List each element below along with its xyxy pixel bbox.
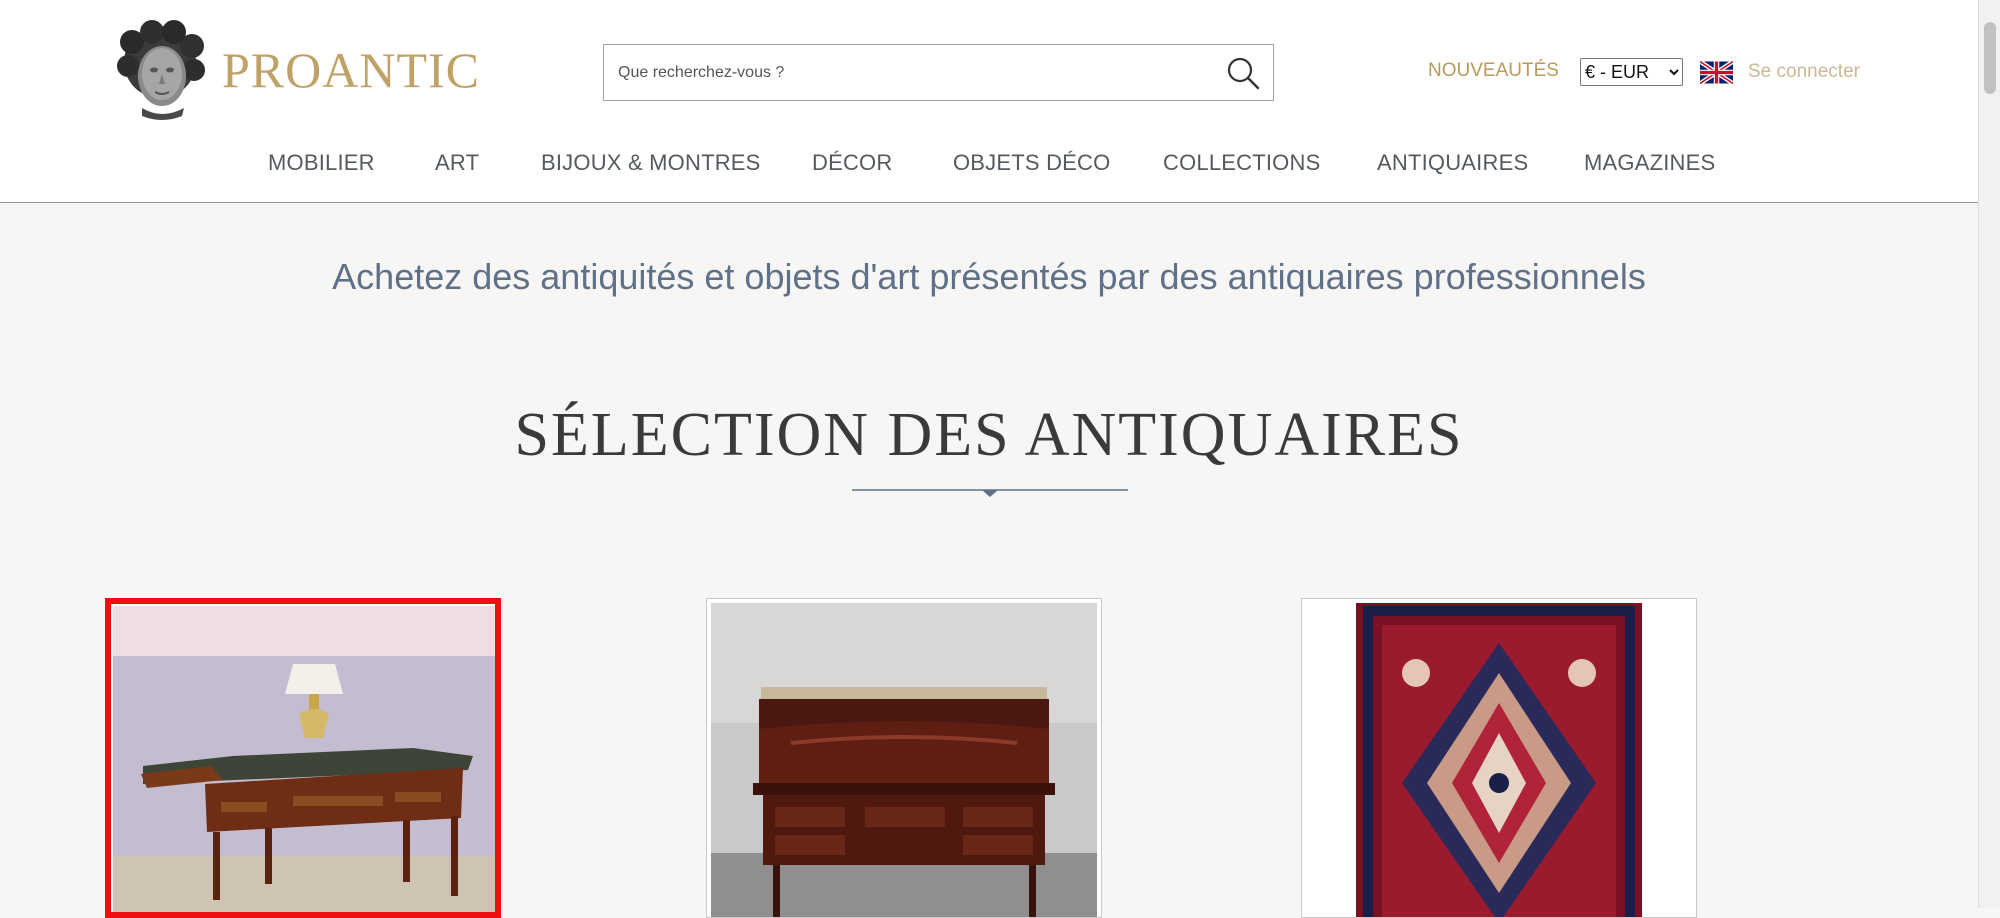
product-card-roll-top-desk[interactable] xyxy=(706,598,1102,918)
login-link[interactable]: Se connecter xyxy=(1748,61,1860,83)
nav-item-art[interactable]: ART xyxy=(435,150,479,176)
product-card-rug[interactable] xyxy=(1301,598,1697,918)
search-icon[interactable] xyxy=(1225,55,1261,91)
new-arrivals-link[interactable]: NOUVEAUTÉS xyxy=(1428,60,1559,82)
logo[interactable]: PROANTIC xyxy=(112,20,480,120)
nav-item-collections[interactable]: COLLECTIONS xyxy=(1163,150,1320,176)
currency-select[interactable]: € - EUR xyxy=(1580,58,1683,86)
nav-item-mobilier[interactable]: MOBILIER xyxy=(268,150,375,176)
main-nav: MOBILIER ART BIJOUX & MONTRES DÉCOR OBJE… xyxy=(0,150,1978,178)
nav-item-magazines[interactable]: MAGAZINES xyxy=(1584,150,1715,176)
nav-item-objets-deco[interactable]: OBJETS DÉCO xyxy=(953,150,1110,176)
section-title: SÉLECTION DES ANTIQUAIRES xyxy=(514,401,1464,469)
search-input[interactable] xyxy=(604,45,1204,100)
writing-desk-with-lamp-photo xyxy=(113,606,495,912)
product-card-desk[interactable] xyxy=(105,598,501,918)
scrollbar-thumb[interactable] xyxy=(1984,22,1996,94)
title-divider xyxy=(852,489,1128,497)
uk-flag-icon[interactable] xyxy=(1700,60,1733,85)
sculpted-head-logo xyxy=(117,20,205,120)
roll-top-desk-photo xyxy=(711,603,1097,917)
tagline: Achetez des antiquités et objets d'art p… xyxy=(332,256,1646,297)
brand-name: PROANTIC xyxy=(222,42,481,98)
nav-item-bijoux-montres[interactable]: BIJOUX & MONTRES xyxy=(541,150,761,176)
site-header: PROANTIC NOUVEAUTÉS € - EUR Se connecter… xyxy=(0,0,1978,203)
page-scrollbar[interactable] xyxy=(1978,0,2000,908)
search-box xyxy=(603,44,1274,101)
persian-rug-photo xyxy=(1306,603,1692,917)
nav-item-decor[interactable]: DÉCOR xyxy=(812,150,892,176)
nav-item-antiquaires[interactable]: ANTIQUAIRES xyxy=(1377,150,1528,176)
